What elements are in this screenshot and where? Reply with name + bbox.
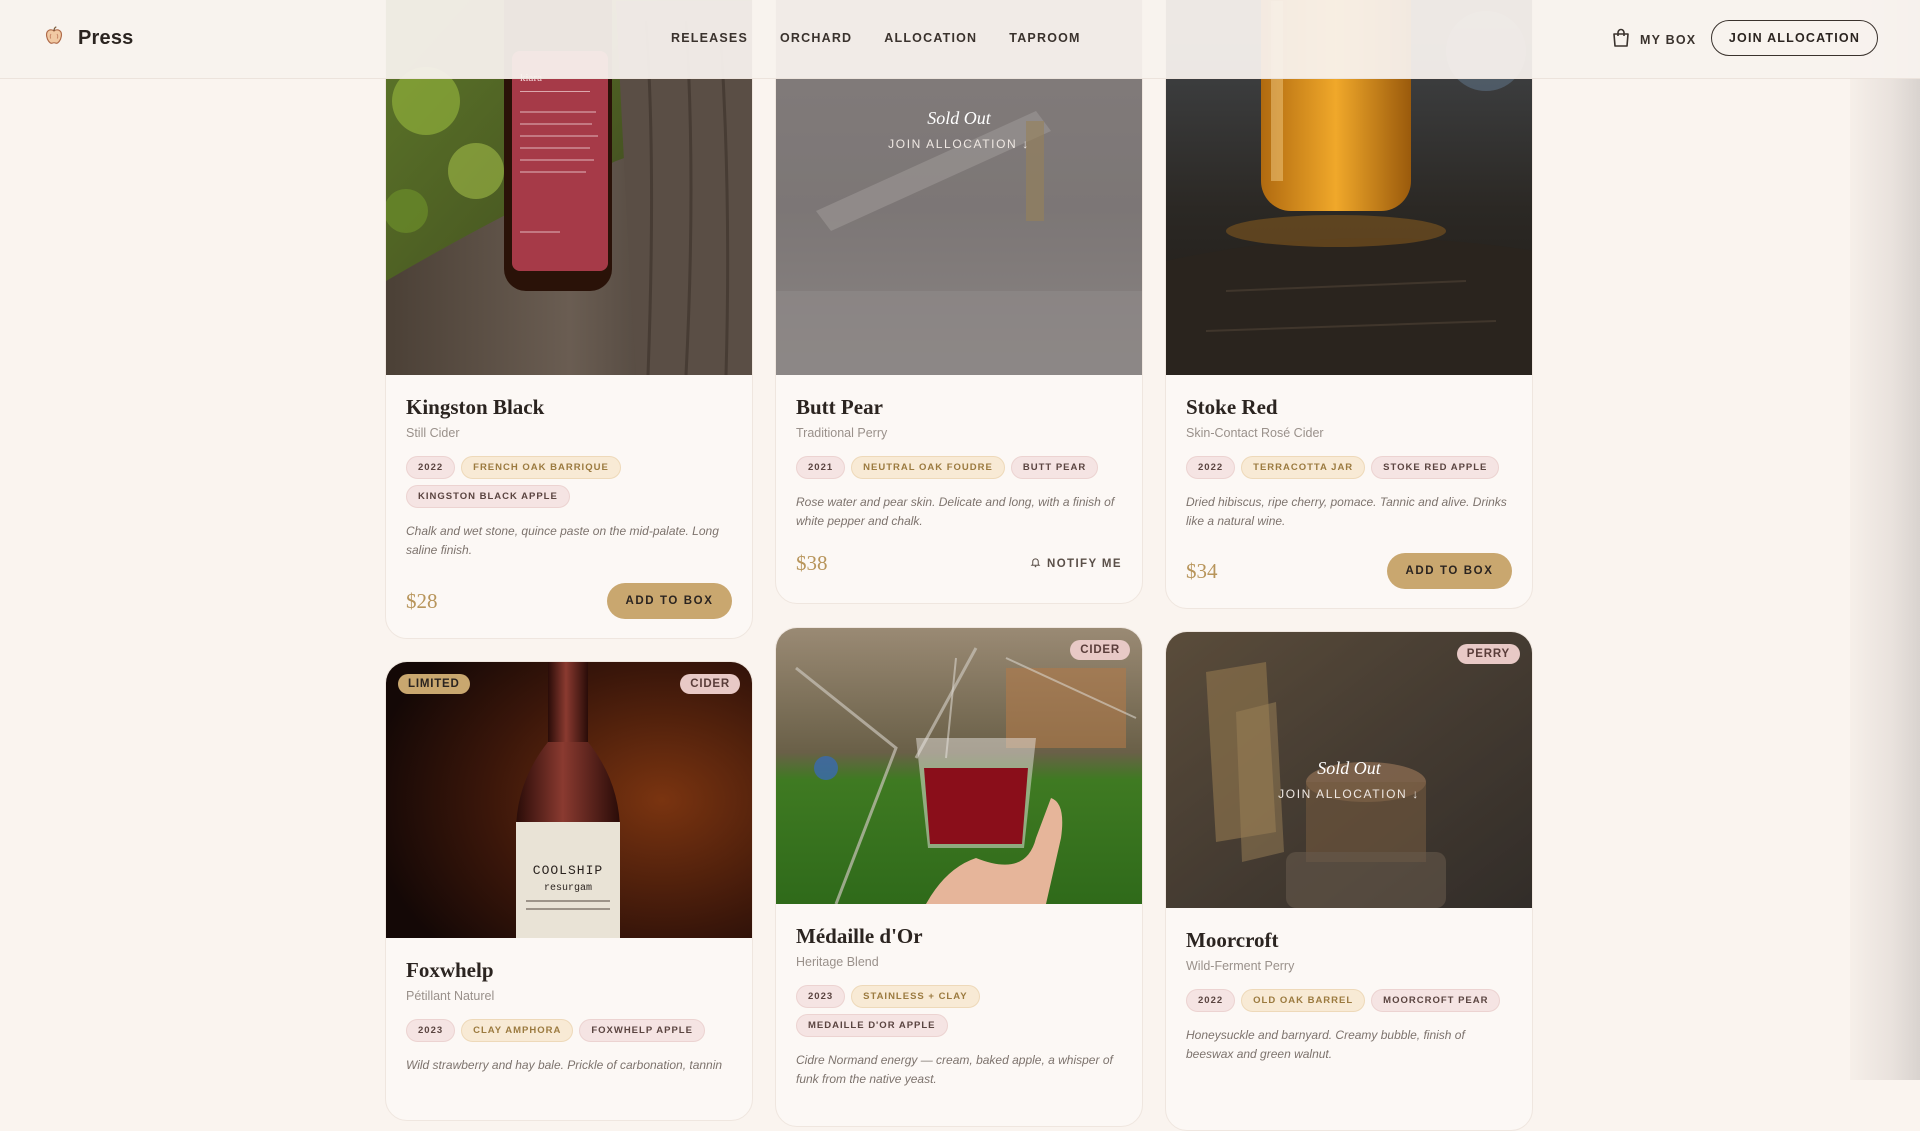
product-image-medaille-dor [776, 628, 1142, 904]
tag-fruit: MEDAILLE D'OR APPLE [796, 1014, 948, 1037]
brand[interactable]: Press [42, 24, 134, 53]
svg-text:COOLSHIP: COOLSHIP [533, 863, 603, 878]
tag-fruit: KINGSTON BLACK APPLE [406, 485, 570, 508]
tag-fruit: FOXWHELP APPLE [579, 1019, 705, 1042]
product-details: Butt Pear Traditional Perry 2021 NEUTRAL… [796, 395, 1122, 531]
product-card-foxwhelp[interactable]: COOLSHIP resurgam LIMITED CIDER Foxwhelp… [385, 661, 753, 1121]
tag-fruit: BUTT PEAR [1010, 456, 1099, 479]
type-badge: CIDER [680, 674, 740, 694]
tasting-notes: Dried hibiscus, ripe cherry, pomace. Tan… [1186, 495, 1507, 528]
notify-me-button[interactable]: NOTIFY ME [1030, 557, 1122, 571]
product-details: Kingston Black Still Cider 2022 FRENCH O… [406, 395, 732, 560]
limited-badge: LIMITED [398, 674, 470, 694]
join-allocation-link[interactable]: JOIN ALLOCATION ↓ [1166, 787, 1532, 801]
tag-vessel: FRENCH OAK BARRIQUE [461, 456, 621, 479]
tag-vintage: 2023 [406, 1019, 456, 1042]
sold-out-label: Sold Out [1317, 758, 1381, 778]
tasting-notes: Cidre Normand energy — cream, baked appl… [796, 1053, 1113, 1086]
product-card-butt-pear[interactable]: Sold Out JOIN ALLOCATION ↓ Butt Pear Tra… [775, 0, 1143, 604]
my-box-label: MY BOX [1640, 32, 1697, 47]
product-tags: 2023 STAINLESS + CLAY MEDAILLE D'OR APPL… [796, 985, 1122, 1037]
product-tags: 2022 FRENCH OAK BARRIQUE KINGSTON BLACK … [406, 456, 732, 508]
product-details: Stoke Red Skin-Contact Rosé Cider 2022 T… [1186, 395, 1512, 531]
tag-vessel: TERRACOTTA JAR [1241, 456, 1366, 479]
product-price: $38 [796, 551, 828, 575]
nav-link-releases[interactable]: RELEASES [671, 31, 748, 45]
join-allocation-link[interactable]: JOIN ALLOCATION ↓ [776, 137, 1142, 151]
product-name: Stoke Red [1186, 395, 1278, 419]
nav-links: RELEASES ORCHARD ALLOCATION TAPROOM [671, 31, 1113, 45]
tag-vessel: STAINLESS + CLAY [851, 985, 980, 1008]
product-price: $34 [1186, 558, 1218, 583]
tag-fruit: MOORCROFT PEAR [1371, 989, 1501, 1012]
product-details: Foxwhelp Pétillant Naturel 2023 CLAY AMP… [406, 958, 732, 1075]
tag-vintage: 2022 [406, 456, 456, 479]
product-name: Foxwhelp [406, 958, 494, 982]
product-style: Wild-Ferment Perry [1186, 959, 1295, 973]
tag-fruit: STOKE RED APPLE [1371, 456, 1500, 479]
type-badge: CIDER [1070, 640, 1130, 660]
brand-name: Press [78, 27, 134, 49]
product-name: Médaille d'Or [796, 924, 923, 948]
notify-me-label: NOTIFY ME [1046, 557, 1122, 570]
apple-logo-icon [42, 24, 66, 53]
product-details: Médaille d'Or Heritage Blend 2023 STAINL… [796, 924, 1122, 1089]
product-details: Moorcroft Wild-Ferment Perry 2022 OLD OA… [1186, 928, 1512, 1064]
join-allocation-button[interactable]: JOIN ALLOCATION [1711, 20, 1878, 56]
my-box-link[interactable]: MY BOX [1612, 28, 1696, 51]
product-name: Kingston Black [406, 395, 545, 419]
product-card-moorcroft[interactable]: PERRY Sold Out JOIN ALLOCATION ↓ Moorcro… [1165, 631, 1533, 1131]
product-card-kingston-black[interactable]: kiara Kingston Black Still Cider 2022 FR… [385, 0, 753, 639]
tag-vintage: 2022 [1186, 456, 1236, 479]
svg-text:resurgam: resurgam [544, 883, 592, 894]
tag-vintage: 2023 [796, 985, 846, 1008]
product-card-stoke-red[interactable]: Stoke Red Skin-Contact Rosé Cider 2022 T… [1165, 0, 1533, 609]
nav-link-allocation[interactable]: ALLOCATION [884, 31, 977, 45]
nav-link-taproom[interactable]: TAPROOM [1009, 31, 1080, 45]
add-to-box-button[interactable]: ADD TO BOX [1387, 553, 1512, 589]
tasting-notes: Chalk and wet stone, quince paste on the… [406, 524, 719, 557]
tasting-notes: Honeysuckle and barnyard. Creamy bubble,… [1186, 1028, 1465, 1061]
top-navigation: Press RELEASES ORCHARD ALLOCATION TAPROO… [0, 0, 1920, 79]
product-style: Skin-Contact Rosé Cider [1186, 426, 1324, 440]
product-image-foxwhelp: COOLSHIP resurgam [386, 662, 752, 938]
shopping-bag-icon [1612, 28, 1630, 51]
product-tags: 2023 CLAY AMPHORA FOXWHELP APPLE [406, 1019, 732, 1042]
sold-out-label: Sold Out [927, 108, 991, 128]
card-footer: $28 ADD TO BOX [406, 583, 732, 619]
card-footer: $38 NOTIFY ME [796, 551, 1122, 576]
product-name: Butt Pear [796, 395, 883, 419]
product-style: Heritage Blend [796, 955, 879, 969]
add-to-box-button[interactable]: ADD TO BOX [607, 583, 732, 619]
product-tags: 2022 OLD OAK BARREL MOORCROFT PEAR [1186, 989, 1512, 1012]
product-style: Still Cider [406, 426, 460, 440]
product-tags: 2021 NEUTRAL OAK FOUDRE BUTT PEAR [796, 456, 1122, 479]
sold-out-overlay: Sold Out JOIN ALLOCATION ↓ [776, 108, 1142, 151]
type-badge: PERRY [1456, 644, 1520, 664]
product-style: Pétillant Naturel [406, 989, 495, 1003]
page-edge-shadow [1850, 0, 1920, 1080]
tag-vintage: 2022 [1186, 989, 1236, 1012]
sold-out-overlay: Sold Out JOIN ALLOCATION ↓ [1166, 758, 1532, 801]
nav-link-orchard[interactable]: ORCHARD [780, 31, 852, 45]
tag-vessel: OLD OAK BARREL [1241, 989, 1366, 1012]
tag-vessel: NEUTRAL OAK FOUDRE [851, 456, 1005, 479]
tag-vessel: CLAY AMPHORA [461, 1019, 574, 1042]
product-style: Traditional Perry [796, 426, 888, 440]
tag-vintage: 2021 [796, 456, 846, 479]
product-price: $28 [406, 588, 438, 613]
tasting-notes: Rose water and pear skin. Delicate and l… [796, 495, 1115, 528]
bell-icon [1030, 557, 1041, 571]
product-card-medaille-dor[interactable]: CIDER Médaille d'Or Heritage Blend 2023 … [775, 627, 1143, 1127]
product-name: Moorcroft [1186, 928, 1279, 952]
card-footer: $34 ADD TO BOX [1186, 553, 1512, 589]
tasting-notes: Wild strawberry and hay bale. Prickle of… [406, 1058, 723, 1072]
product-tags: 2022 TERRACOTTA JAR STOKE RED APPLE [1186, 456, 1512, 479]
